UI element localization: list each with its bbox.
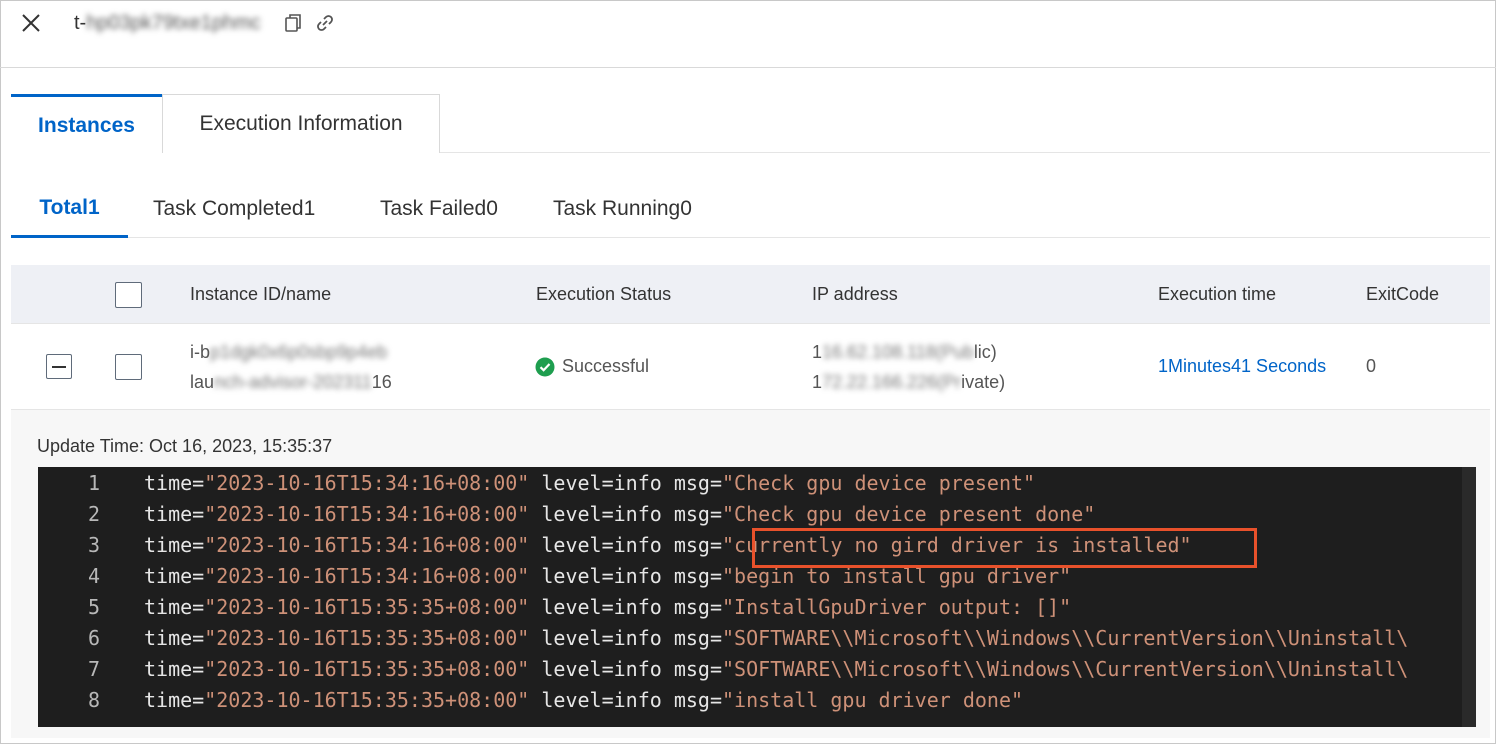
ip-address-public: 116.62.108.118(Public) — [812, 342, 997, 362]
filter-tab-task-running[interactable]: Task Running0 — [553, 180, 692, 238]
line-number: 5 — [87, 595, 100, 619]
column-header-status[interactable]: Execution Status — [536, 265, 671, 324]
task-id-redacted: hp03pk79txe1phmc — [86, 12, 261, 34]
log-text: time="2023-10-16T15:35:35+08:00" level=i… — [144, 688, 1024, 712]
ip-address-private: 172.22.166.226(Private) — [812, 372, 1006, 392]
exit-code: 0 — [1366, 356, 1377, 376]
log-text: time="2023-10-16T15:35:35+08:00" level=i… — [144, 626, 1409, 650]
line-number: 7 — [87, 657, 100, 681]
column-header-exit-code[interactable]: ExitCode — [1366, 265, 1439, 324]
line-number: 4 — [87, 564, 100, 588]
link-icon[interactable] — [314, 12, 336, 34]
success-check-icon — [535, 357, 555, 377]
task-id-title: t-hp03pk79txe1phmc — [74, 12, 261, 35]
line-number: 6 — [87, 626, 100, 650]
tab-instances[interactable]: Instances — [11, 94, 162, 154]
filter-tab-total[interactable]: Total1 — [11, 180, 128, 238]
instance-name: launch-advisor-20231116 — [190, 372, 392, 392]
log-line: 1 time="2023-10-16T15:34:16+08:00" level=… — [38, 468, 1476, 499]
row-checkbox[interactable] — [115, 354, 142, 380]
log-line: 7 time="2023-10-16T15:35:35+08:00" level=… — [38, 654, 1476, 685]
line-number: 1 — [87, 471, 100, 495]
column-header-instance[interactable]: Instance ID/name — [190, 265, 331, 324]
log-text: time="2023-10-16T15:34:16+08:00" level=i… — [144, 502, 1096, 526]
line-number: 2 — [87, 502, 100, 526]
log-line: 5 time="2023-10-16T15:35:35+08:00" level=… — [38, 592, 1476, 623]
table-row: i-bp1dgk0x6p0sbp9p4eb launch-advisor-202… — [11, 324, 1490, 410]
select-all-checkbox[interactable] — [115, 282, 142, 308]
log-text: time="2023-10-16T15:34:16+08:00" level=i… — [144, 471, 1036, 495]
tab-execution-information[interactable]: Execution Information — [162, 94, 440, 153]
line-number: 8 — [87, 688, 100, 712]
log-line: 8 time="2023-10-16T15:35:35+08:00" level=… — [38, 685, 1476, 716]
column-header-execution-time[interactable]: Execution time — [1158, 265, 1276, 324]
log-text: time="2023-10-16T15:35:35+08:00" level=i… — [144, 657, 1409, 681]
log-line: 6 time="2023-10-16T15:35:35+08:00" level=… — [38, 623, 1476, 654]
execution-time-link[interactable]: 1Minutes41 Seconds — [1158, 356, 1326, 377]
instance-id: i-bp1dgk0x6p0sbp9p4eb — [190, 342, 388, 362]
table-header: Instance ID/name Execution Status IP add… — [11, 265, 1490, 324]
update-time: Update Time: Oct 16, 2023, 15:35:37 — [37, 436, 333, 456]
log-output[interactable]: 1 time="2023-10-16T15:34:16+08:00" level=… — [38, 467, 1476, 727]
panel-header: t-hp03pk79txe1phmc — [0, 0, 1496, 68]
filter-tab-task-failed[interactable]: Task Failed0 — [380, 180, 498, 238]
filter-tab-task-completed[interactable]: Task Completed1 — [153, 180, 315, 238]
task-id-prefix: t- — [74, 12, 87, 34]
main-tabs: Instances Execution Information — [11, 94, 1490, 154]
execution-status: Successful — [562, 356, 650, 376]
close-icon[interactable] — [20, 12, 42, 34]
status-filter-tabs: Total1 Task Completed1 Task Failed0 Task… — [11, 180, 1490, 238]
column-header-ip[interactable]: IP address — [812, 265, 898, 324]
collapse-row-button[interactable] — [46, 354, 72, 379]
highlight-box — [752, 528, 1257, 568]
log-line: 2 time="2023-10-16T15:34:16+08:00" level=… — [38, 499, 1476, 530]
log-scrollbar[interactable] — [1462, 467, 1476, 727]
copy-icon[interactable] — [283, 13, 303, 33]
log-text: time="2023-10-16T15:35:35+08:00" level=i… — [144, 595, 1072, 619]
line-number: 3 — [87, 533, 100, 557]
